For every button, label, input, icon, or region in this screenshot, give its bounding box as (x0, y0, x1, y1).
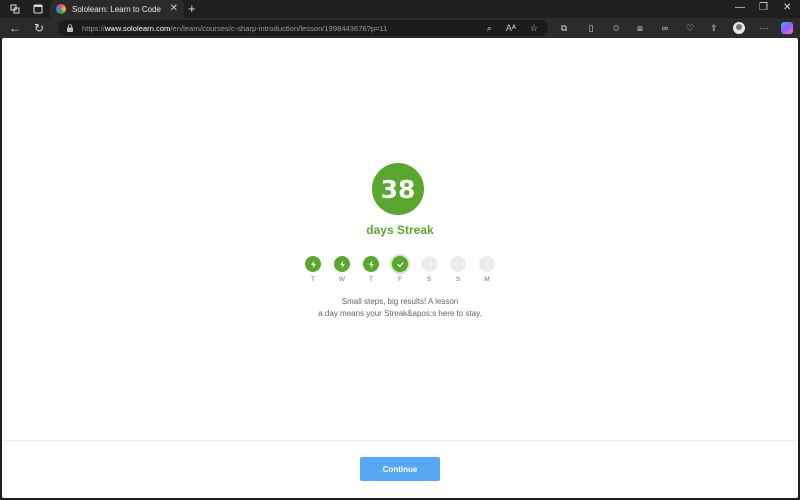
collections-icon[interactable]: ⧈ (633, 23, 647, 34)
split-screen-icon[interactable]: ▯ (584, 23, 598, 34)
browser-essentials-icon[interactable]: ♡ (683, 23, 697, 34)
lock-icon (67, 24, 73, 32)
streak-count-badge: 38 (372, 163, 424, 215)
streak-message: Small steps, big results! A lesson a day… (2, 296, 798, 319)
day-label: S (426, 276, 432, 283)
message-line-2: a day means your Streak&apos;s here to s… (318, 308, 482, 318)
message-line-1: Small steps, big results! A lesson (341, 297, 459, 306)
day-label: F (398, 276, 402, 283)
day-2: T (363, 256, 379, 283)
day-label: W (338, 276, 346, 283)
tab-actions-icon[interactable] (32, 3, 44, 15)
day-label: T (311, 276, 315, 283)
minimize-icon[interactable]: — (735, 2, 745, 14)
day-0: T (305, 256, 321, 283)
browser-toolbar: ← ↻ https://www.sololearn.com/en/learn/c… (0, 18, 800, 38)
zoom-icon[interactable]: ⌕ (487, 23, 492, 33)
tab-bar: Sololearn: Learn to Code ✕ + — ❐ ✕ (0, 0, 800, 18)
favorites-icon[interactable]: ✩ (609, 23, 623, 34)
footer-divider (2, 440, 798, 441)
workspaces-icon[interactable] (9, 3, 21, 15)
sololearn-favicon-icon (56, 4, 66, 14)
day-6: M (479, 256, 495, 283)
profile-icon[interactable] (733, 22, 745, 34)
tab-sololearn[interactable]: Sololearn: Learn to Code ✕ (50, 0, 184, 18)
empty-day-icon (450, 256, 466, 272)
day-label: M (484, 276, 490, 283)
empty-day-icon (479, 256, 495, 272)
day-1: W (334, 256, 350, 283)
bolt-icon (305, 256, 321, 272)
restore-icon[interactable]: ❐ (759, 2, 768, 14)
back-icon[interactable]: ← (9, 21, 21, 35)
lesson-page: 38 days Streak T W T F S S M Small steps… (2, 38, 798, 498)
day-5: S (450, 256, 466, 283)
streak-title: days Streak (366, 223, 434, 237)
copilot-icon[interactable] (781, 22, 793, 34)
copilot-sidebar-icon[interactable]: ∞ (658, 23, 672, 33)
day-4: S (421, 256, 437, 283)
tab-title: Sololearn: Learn to Code (72, 4, 161, 14)
bolt-icon (363, 256, 379, 272)
new-tab-button[interactable]: + (188, 2, 196, 15)
day-3: F (392, 256, 408, 283)
continue-button[interactable]: Continue (360, 457, 440, 481)
streak-week: T W T F S S M (305, 256, 501, 286)
read-aloud-icon[interactable]: Aᴬ (506, 23, 516, 33)
favorite-icon[interactable]: ☆ (530, 23, 538, 33)
refresh-icon[interactable]: ↻ (34, 21, 44, 35)
day-label: T (369, 276, 373, 283)
day-label: S (455, 276, 461, 283)
share-icon[interactable]: ⇪ (707, 23, 721, 34)
more-icon[interactable]: ··· (757, 23, 771, 33)
address-bar[interactable]: https://www.sololearn.com/en/learn/cours… (58, 20, 548, 36)
bolt-icon (334, 256, 350, 272)
url-text: https://www.sololearn.com/en/learn/cours… (82, 23, 388, 33)
close-window-icon[interactable]: ✕ (783, 2, 791, 14)
empty-day-icon (421, 256, 437, 272)
tab-close-icon[interactable]: ✕ (170, 4, 178, 14)
check-icon (392, 256, 408, 272)
extensions-icon[interactable]: ⧉ (557, 23, 571, 34)
